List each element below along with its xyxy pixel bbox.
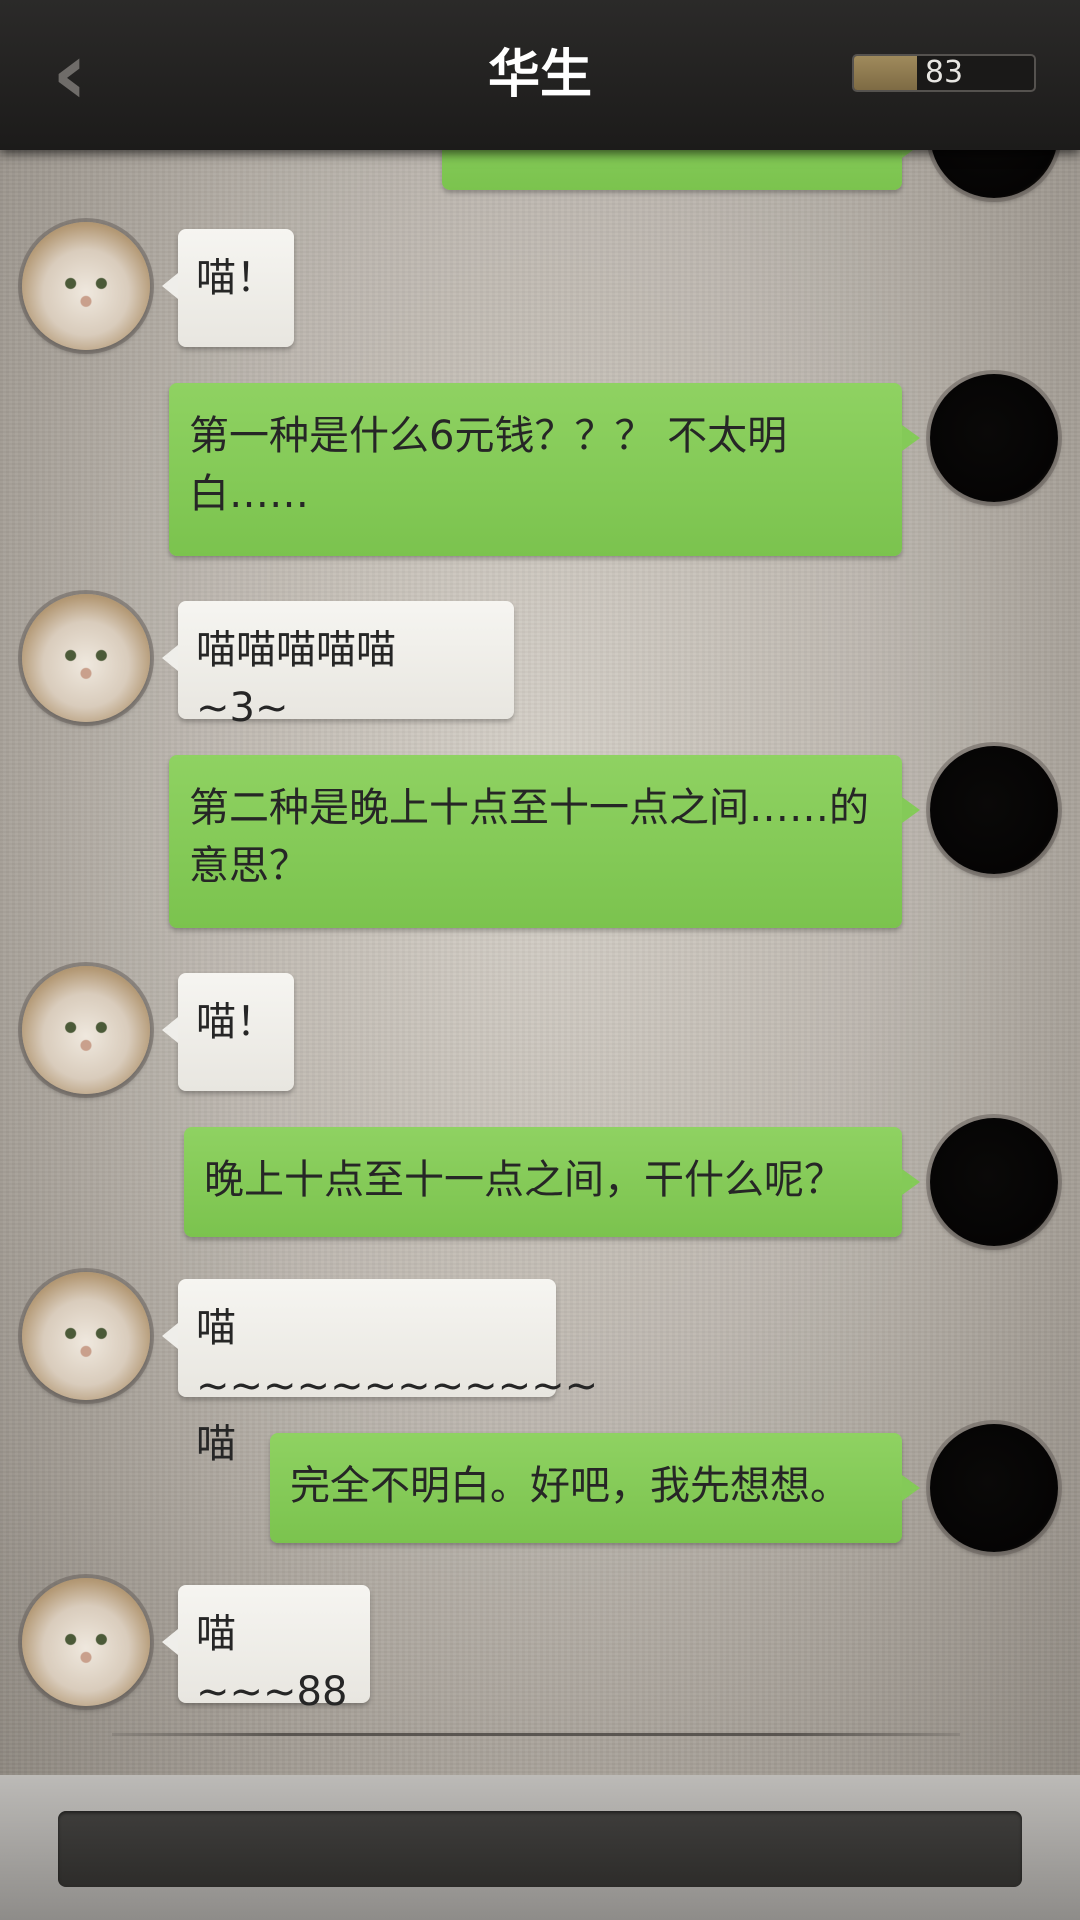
end-divider <box>112 1733 960 1736</box>
score-value: 83 <box>924 55 964 90</box>
cat-avatar[interactable] <box>22 222 150 350</box>
cat-avatar[interactable] <box>22 594 150 722</box>
top-bar: ‹ 华生 83 <box>0 0 1080 150</box>
cat-avatar[interactable] <box>22 1578 150 1706</box>
message-bubble-outgoing: 晚上十点至十一点之间，干什么呢？ <box>184 1127 920 1237</box>
my-avatar[interactable] <box>930 746 1058 874</box>
message-text: 第一种是什么6元钱？？？ 不太明白…… <box>189 413 788 517</box>
message-bubble-outgoing: 第二种是晚上十点至十一点之间……的意思？ <box>169 755 920 928</box>
message-text: 喵喵喵喵喵 ~3~ <box>196 627 396 731</box>
message-bubble-incoming: 喵~~~88 <box>162 1585 370 1715</box>
message-bubble-incoming: 喵！ <box>162 973 294 1091</box>
my-avatar[interactable] <box>930 1424 1058 1552</box>
my-avatar[interactable] <box>930 374 1058 502</box>
message-bubble-incoming: 喵喵喵喵喵 ~3~ <box>162 601 514 731</box>
score-bar: 83 <box>852 54 1036 92</box>
message-bubble-incoming: 喵~~~~~~~~~~~~喵 <box>162 1279 598 1467</box>
cat-avatar[interactable] <box>22 966 150 1094</box>
message-list[interactable]: 喵！ 第一种是什么6元钱？？？ 不太明白…… 喵喵喵喵喵 ~3~ 第二种是晚上十… <box>0 0 1080 1775</box>
message-text: 晚上十点至十一点之间，干什么呢？ <box>204 1157 844 1203</box>
message-text: 喵~~~88 <box>196 1611 348 1715</box>
message-bubble-outgoing: 完全不明白。好吧，我先想想。 <box>270 1433 920 1543</box>
message-text: 完全不明白。好吧，我先想想。 <box>290 1463 850 1509</box>
reply-input[interactable] <box>58 1811 1022 1887</box>
message-bubble-outgoing: 第一种是什么6元钱？？？ 不太明白…… <box>169 383 920 556</box>
message-text: 喵！ <box>196 999 276 1045</box>
cat-avatar[interactable] <box>22 1272 150 1400</box>
bottom-bar <box>0 1775 1080 1920</box>
my-avatar[interactable] <box>930 1118 1058 1246</box>
message-bubble-incoming: 喵！ <box>162 229 294 347</box>
message-text: 第二种是晚上十点至十一点之间……的意思？ <box>189 785 869 889</box>
message-text: 喵！ <box>196 255 276 301</box>
